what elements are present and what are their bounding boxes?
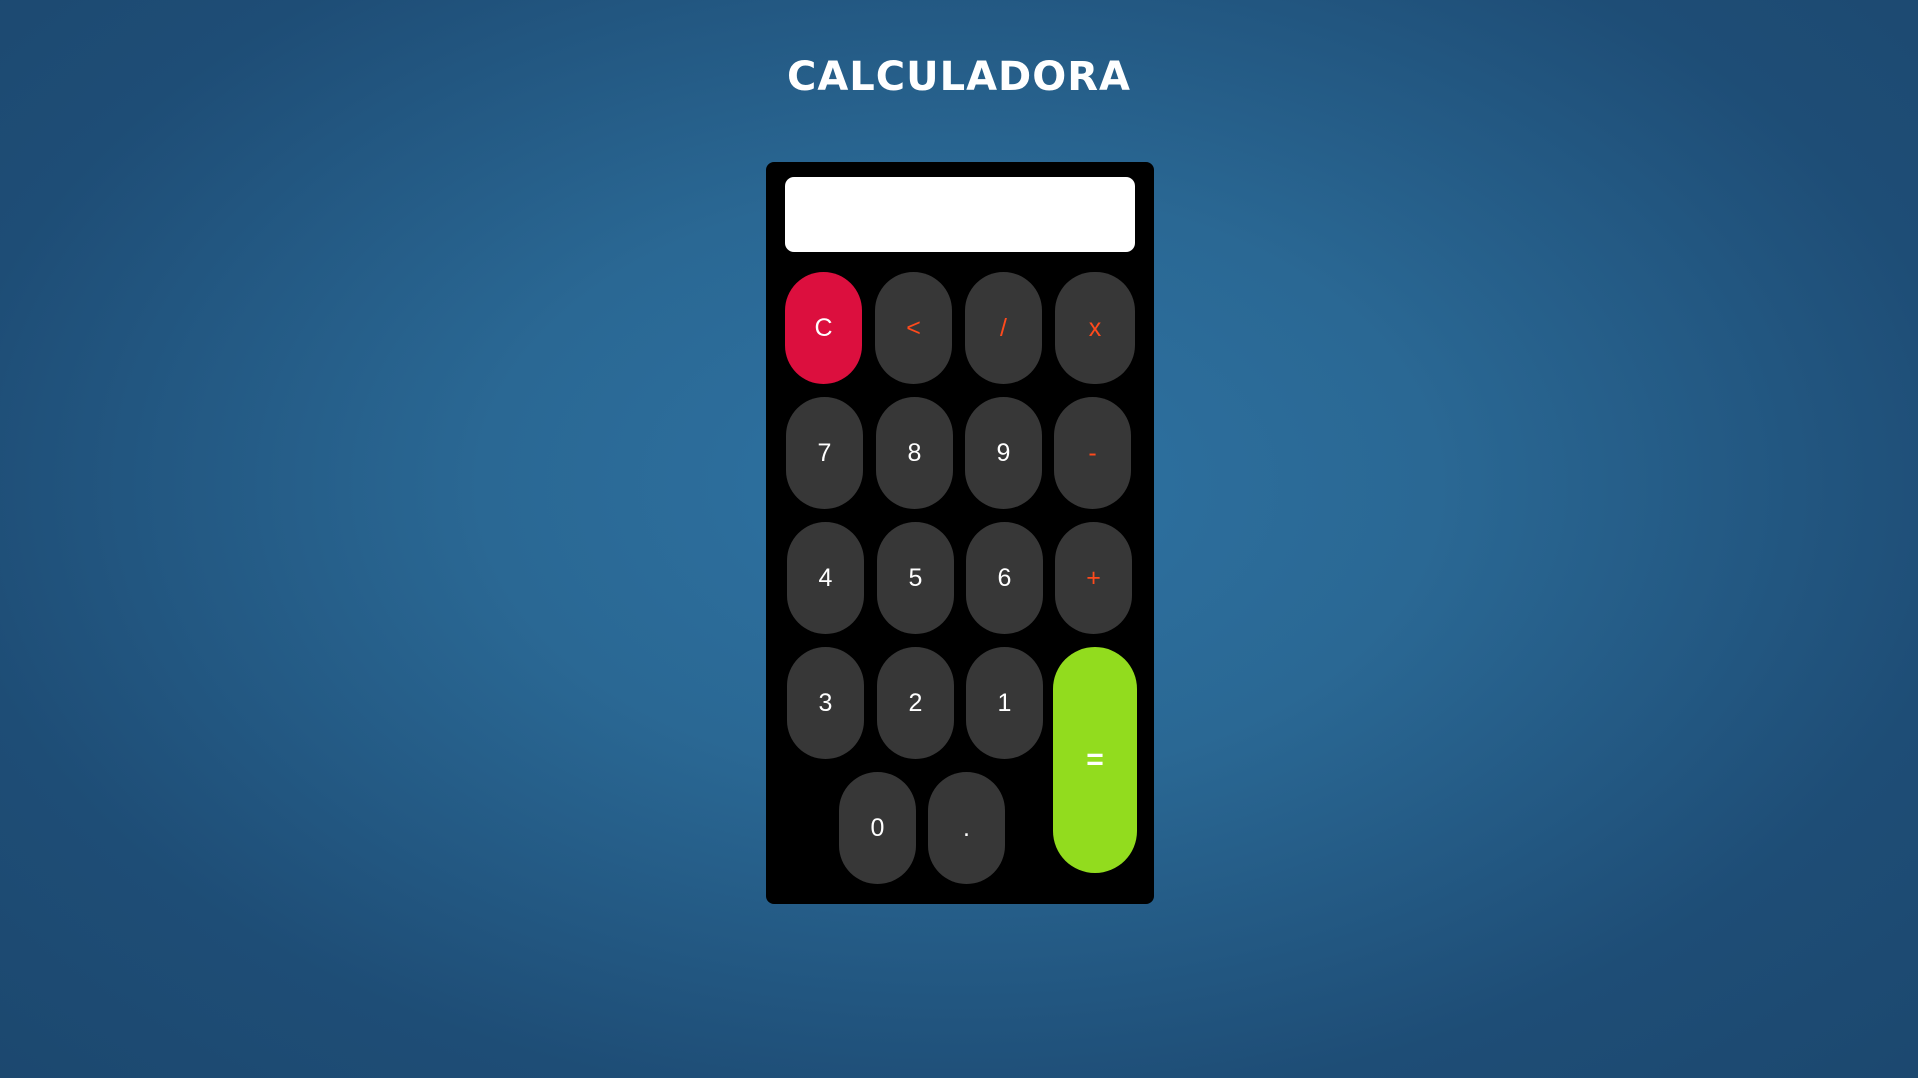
- digit-2-button[interactable]: 2: [877, 647, 954, 759]
- digit-4-button[interactable]: 4: [787, 522, 864, 634]
- digit-0-button[interactable]: 0: [839, 772, 916, 884]
- decimal-button[interactable]: .: [928, 772, 1005, 884]
- digit-5-button[interactable]: 5: [877, 522, 954, 634]
- digit-9-button[interactable]: 9: [965, 397, 1042, 509]
- equals-button[interactable]: =: [1053, 647, 1137, 873]
- digit-3-button[interactable]: 3: [787, 647, 864, 759]
- digit-6-button[interactable]: 6: [966, 522, 1043, 634]
- digit-8-button[interactable]: 8: [876, 397, 953, 509]
- clear-button[interactable]: C: [785, 272, 862, 384]
- multiply-button[interactable]: x: [1055, 272, 1135, 384]
- plus-button[interactable]: +: [1055, 522, 1132, 634]
- digit-1-button[interactable]: 1: [966, 647, 1043, 759]
- page-title: CALCULADORA: [786, 54, 1132, 100]
- calculator: C < / x 7 8 9 - 4 5 6 + 3 2 1 = 0 .: [766, 162, 1154, 904]
- minus-button[interactable]: -: [1054, 397, 1131, 509]
- calculator-display[interactable]: [785, 177, 1135, 252]
- digit-7-button[interactable]: 7: [786, 397, 863, 509]
- divide-button[interactable]: /: [965, 272, 1042, 384]
- backspace-button[interactable]: <: [875, 272, 952, 384]
